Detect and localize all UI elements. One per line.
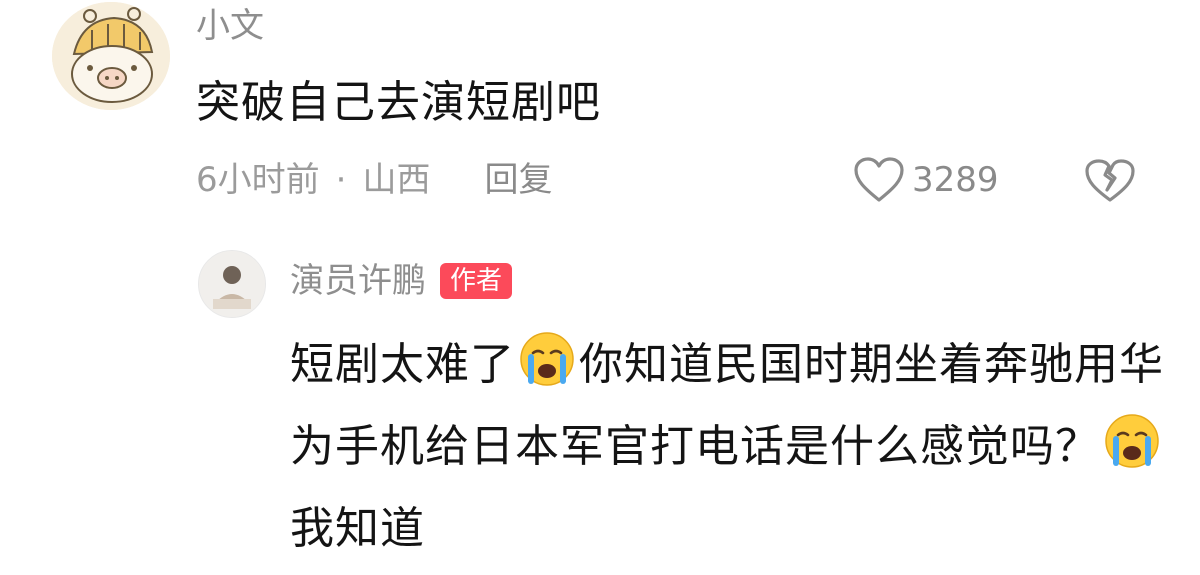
- broken-heart-icon: [1085, 159, 1135, 202]
- crying-face-icon: [520, 332, 574, 386]
- reply-header: 演员许鹏 作者: [290, 260, 513, 302]
- avatar[interactable]: [52, 2, 170, 110]
- author-badge: 作者: [440, 263, 513, 299]
- comment-location: 山西: [362, 160, 431, 200]
- like-count: 3289: [912, 160, 999, 200]
- comment-time: 6小时前: [196, 160, 320, 200]
- comment-meta: 6小时前 · 山西 回复: [196, 158, 552, 202]
- heart-icon: [854, 157, 904, 202]
- like-button[interactable]: 3289: [852, 156, 999, 204]
- meta-separator: ·: [335, 160, 347, 200]
- reply-username[interactable]: 演员许鹏: [290, 260, 426, 302]
- crying-face-icon: [1105, 414, 1159, 468]
- dislike-button[interactable]: [1084, 158, 1136, 208]
- reply-text-part1: 短剧太难了: [290, 339, 515, 390]
- reply-text: 短剧太难了 你知道民国时期坐着奔驰用华为手机给日本军官打电话是什么感觉吗？ 我知…: [290, 324, 1170, 570]
- comment-text: 突破自己去演短剧吧: [196, 77, 601, 128]
- reply-button[interactable]: 回复: [484, 158, 552, 202]
- comment-username[interactable]: 小文: [196, 6, 264, 46]
- reply-text-part3: 我知道: [290, 503, 425, 554]
- reply-avatar[interactable]: [198, 250, 266, 318]
